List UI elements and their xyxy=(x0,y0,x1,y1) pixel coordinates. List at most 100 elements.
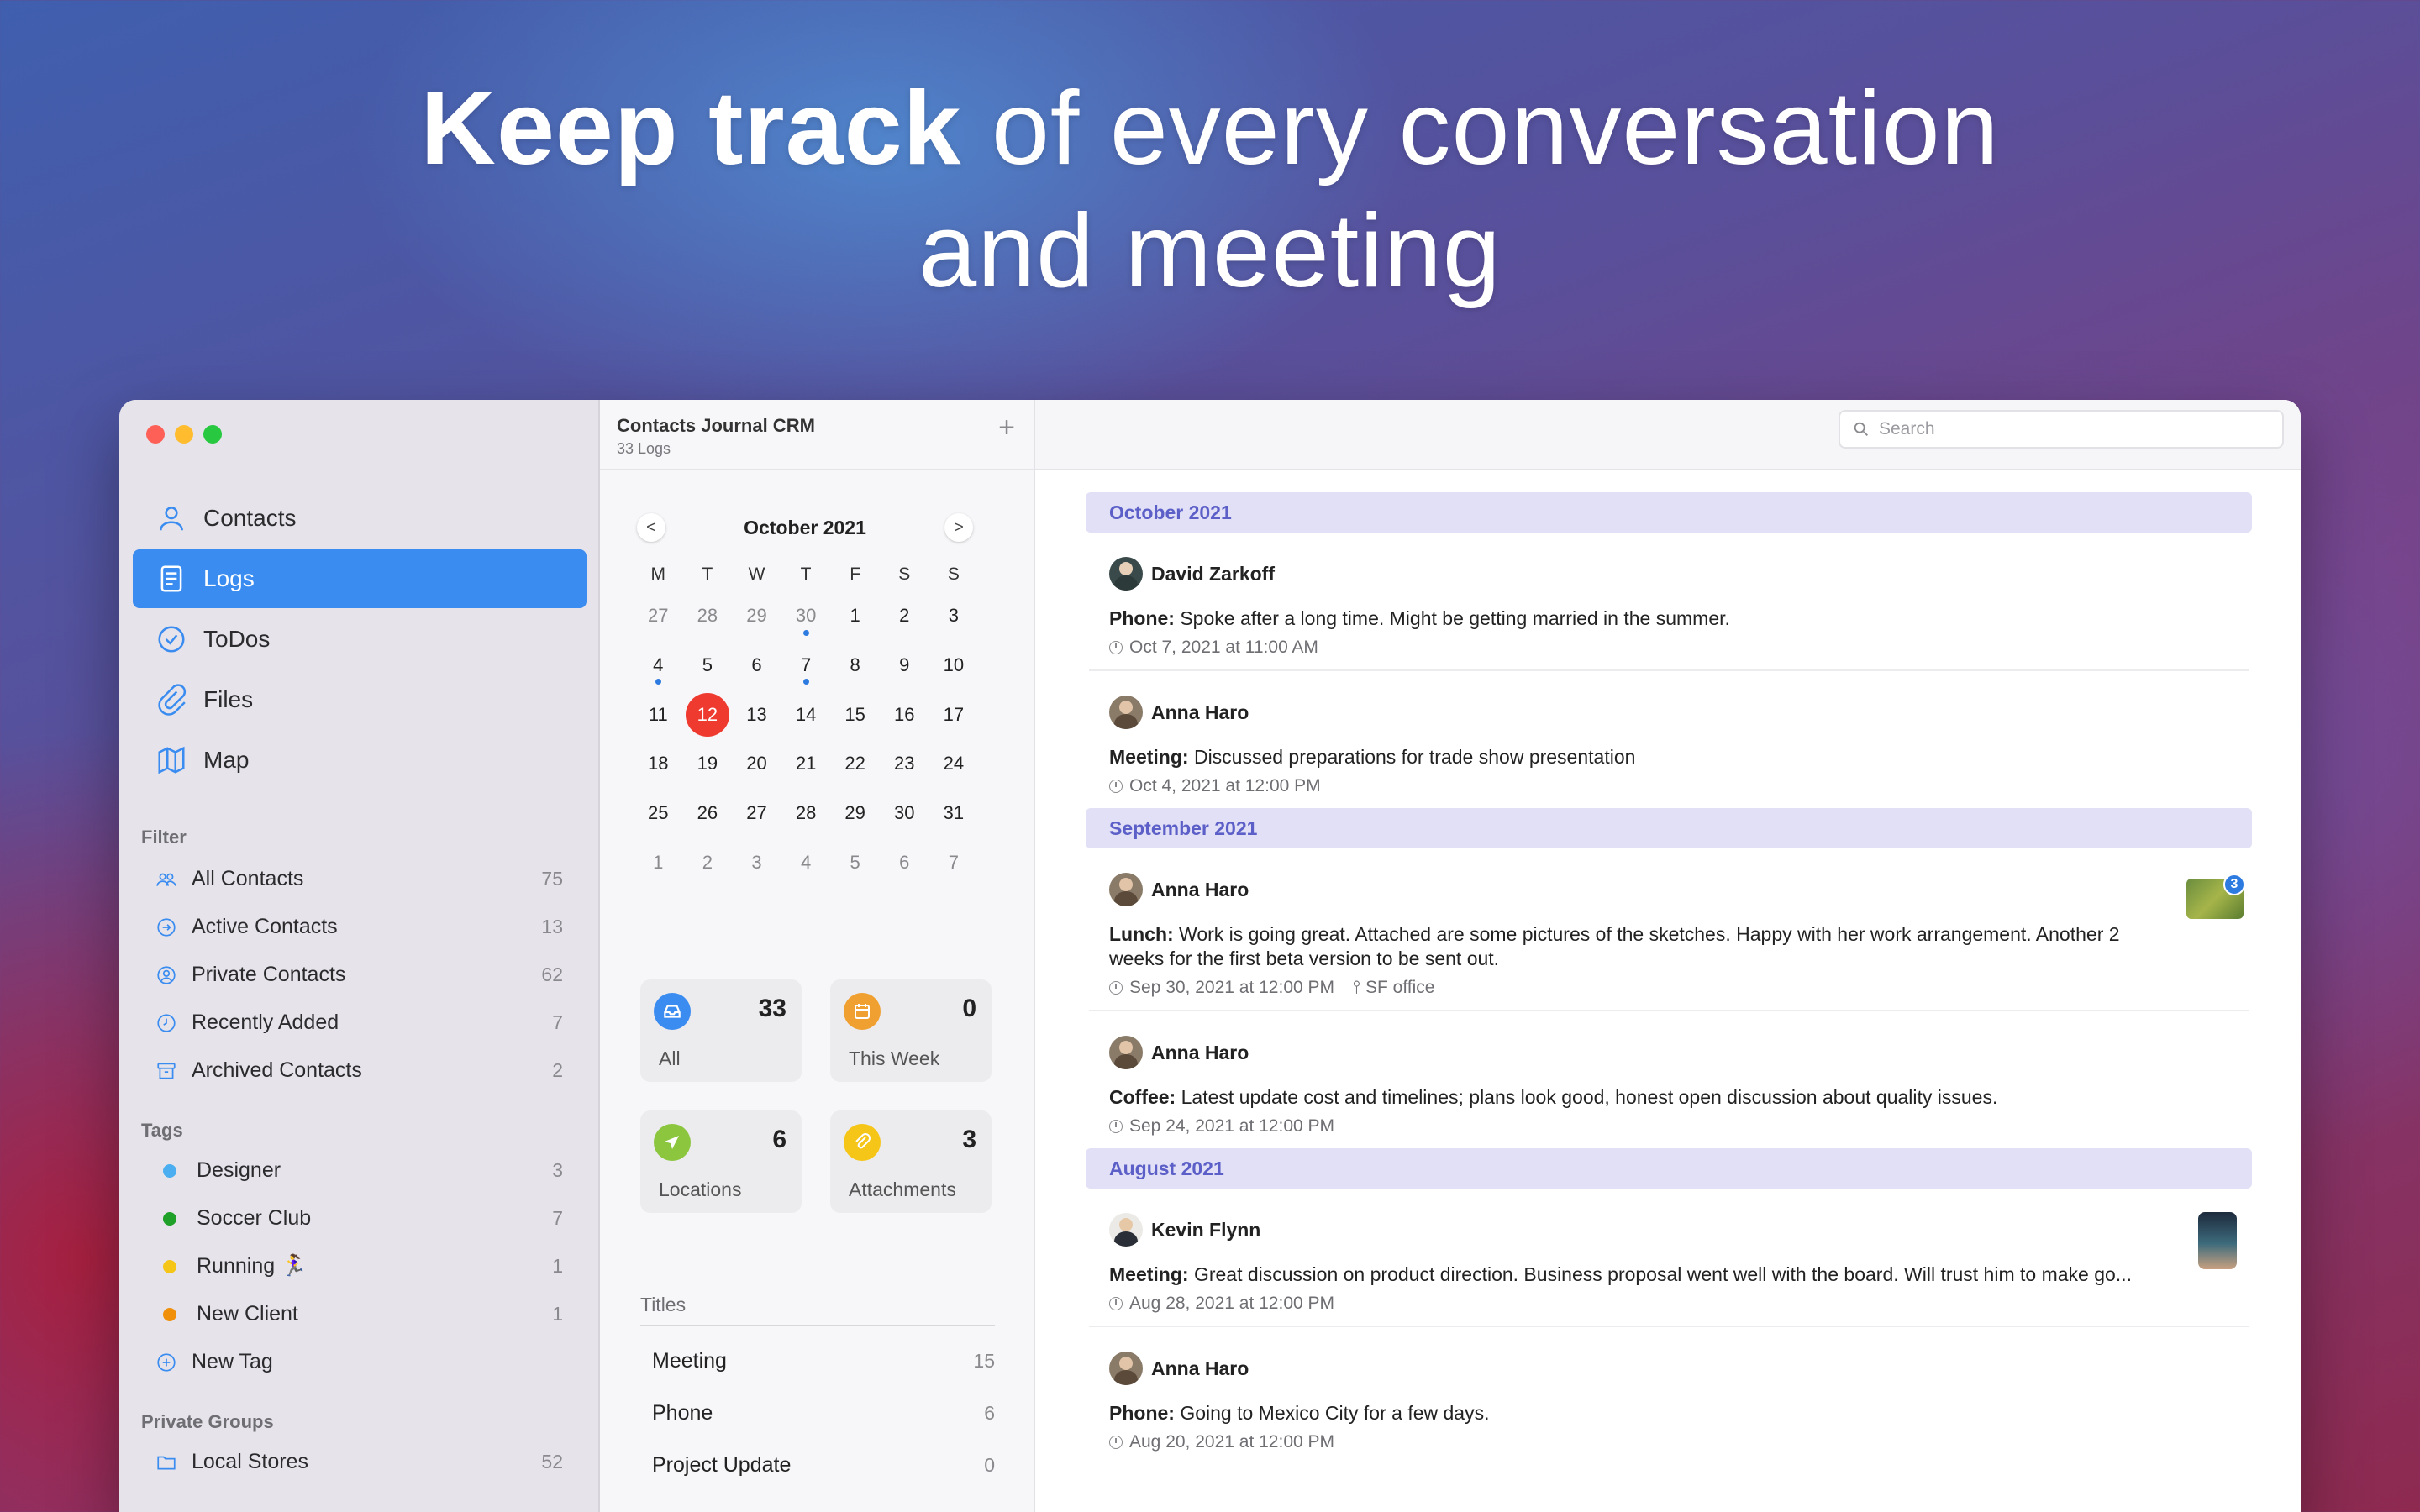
filter-all-contacts[interactable]: All Contacts 75 xyxy=(119,855,600,903)
calendar-day[interactable]: 27 xyxy=(634,591,683,641)
calendar-day[interactable]: 6 xyxy=(880,837,929,887)
headline: Keep track of every conversation and mee… xyxy=(0,67,2420,312)
calendar-day[interactable]: 15 xyxy=(830,690,880,739)
calendar-icon xyxy=(844,993,881,1030)
calendar-day[interactable]: 31 xyxy=(929,789,979,838)
sidebar-item-contacts[interactable]: Contacts xyxy=(133,489,587,548)
calendar-day[interactable]: 7 xyxy=(781,641,831,690)
calendar-day[interactable]: 9 xyxy=(880,641,929,690)
calendar-day-number: 6 xyxy=(899,851,910,873)
app-window: Contacts Logs ToDos Files Map Filter All… xyxy=(119,400,2301,1512)
calendar-day[interactable]: 1 xyxy=(634,837,683,887)
calendar-day[interactable]: 30 xyxy=(781,591,831,641)
log-entry[interactable]: Anna Haro Coffee: Latest update cost and … xyxy=(1089,1011,2249,1148)
log-entry[interactable]: Anna Haro Lunch: Work is going great. Att… xyxy=(1089,848,2249,1011)
calendar-day[interactable]: 11 xyxy=(634,690,683,739)
calendar-day[interactable]: 4 xyxy=(634,641,683,690)
calendar-day[interactable]: 4 xyxy=(781,837,831,887)
stat-locations[interactable]: 6 Locations xyxy=(640,1110,802,1213)
calendar-day[interactable]: 18 xyxy=(634,739,683,789)
tag-new-client[interactable]: New Client 1 xyxy=(119,1290,600,1338)
sidebar-item-map[interactable]: Map xyxy=(133,731,587,790)
calendar-header: < October 2021 > xyxy=(637,509,973,546)
log-entry[interactable]: Anna Haro Phone: Going to Mexico City for… xyxy=(1089,1327,2249,1464)
calendar-day[interactable]: 13 xyxy=(732,690,781,739)
log-entry[interactable]: Anna Haro Meeting: Discussed preparations… xyxy=(1089,671,2249,808)
calendar-day[interactable]: 1 xyxy=(830,591,880,641)
sidebar-item-todos[interactable]: ToDos xyxy=(133,610,587,669)
calendar-day[interactable]: 5 xyxy=(683,641,733,690)
close-window-button[interactable] xyxy=(146,425,165,444)
calendar-day-number: 18 xyxy=(648,753,669,774)
avatar xyxy=(1109,1213,1143,1247)
calendar-day[interactable]: 5 xyxy=(830,837,880,887)
previous-month-button[interactable]: < xyxy=(637,513,666,542)
log-meta: Sep 24, 2021 at 12:00 PM xyxy=(1109,1116,2228,1148)
calendar-day[interactable]: 14 xyxy=(781,690,831,739)
group-local-stores[interactable]: Local Stores 52 xyxy=(119,1438,600,1486)
calendar-day[interactable]: 23 xyxy=(880,739,929,789)
new-tag-button[interactable]: New Tag xyxy=(119,1338,600,1386)
log-location: ⫯ SF office xyxy=(1353,978,1434,998)
calendar-day[interactable]: 27 xyxy=(732,789,781,838)
log-entry[interactable]: Kevin Flynn Meeting: Great discussion on … xyxy=(1089,1189,2249,1327)
calendar-day[interactable]: 29 xyxy=(830,789,880,838)
filter-count: 62 xyxy=(541,963,563,985)
log-meta: Sep 30, 2021 at 12:00 PM ⫯ SF office xyxy=(1109,978,2228,1010)
calendar-day-number: 24 xyxy=(943,753,965,774)
tag-soccer-club[interactable]: Soccer Club 7 xyxy=(119,1194,600,1242)
calendar-day-number: 12 xyxy=(685,692,729,737)
stat-all[interactable]: 33 All xyxy=(640,979,802,1082)
calendar-day-today[interactable]: 12 xyxy=(683,690,733,739)
calendar-day[interactable]: 25 xyxy=(634,789,683,838)
calendar-day[interactable]: 28 xyxy=(781,789,831,838)
calendar-day[interactable]: 6 xyxy=(732,641,781,690)
tag-running[interactable]: Running 🏃‍♀️ 1 xyxy=(119,1242,600,1290)
calendar-day[interactable]: 30 xyxy=(880,789,929,838)
calendar-day[interactable]: 24 xyxy=(929,739,979,789)
calendar-day[interactable]: 20 xyxy=(732,739,781,789)
calendar-day[interactable]: 28 xyxy=(683,591,733,641)
calendar-day[interactable]: 21 xyxy=(781,739,831,789)
window-controls xyxy=(146,425,222,444)
add-log-button[interactable]: + xyxy=(998,412,1015,444)
zoom-window-button[interactable] xyxy=(203,425,222,444)
calendar-day[interactable]: 19 xyxy=(683,739,733,789)
calendar-day[interactable]: 7 xyxy=(929,837,979,887)
tag-designer[interactable]: Designer 3 xyxy=(119,1147,600,1194)
filter-recently-added[interactable]: Recently Added 7 xyxy=(119,999,600,1047)
stat-attachments[interactable]: 3 Attachments xyxy=(830,1110,992,1213)
filter-private-contacts[interactable]: Private Contacts 62 xyxy=(119,951,600,999)
calendar-day[interactable]: 16 xyxy=(880,690,929,739)
sidebar-item-files[interactable]: Files xyxy=(133,670,587,729)
calendar-day[interactable]: 8 xyxy=(830,641,880,690)
calendar-day[interactable]: 17 xyxy=(929,690,979,739)
log-entry[interactable]: David Zarkoff Phone: Spoke after a long t… xyxy=(1089,533,2249,671)
calendar-day[interactable]: 26 xyxy=(683,789,733,838)
calendar-day[interactable]: 10 xyxy=(929,641,979,690)
title-row-meeting[interactable]: Meeting 15 xyxy=(640,1335,995,1387)
calendar-day[interactable]: 2 xyxy=(683,837,733,887)
filter-archived-contacts[interactable]: Archived Contacts 2 xyxy=(119,1047,600,1095)
calendar-day[interactable]: 22 xyxy=(830,739,880,789)
calendar-day[interactable]: 2 xyxy=(880,591,929,641)
contact-name: Anna Haro xyxy=(1151,878,1249,900)
sidebar-item-logs[interactable]: Logs xyxy=(133,549,587,608)
title-row-project-update[interactable]: Project Update 0 xyxy=(640,1439,995,1491)
filter-active-contacts[interactable]: Active Contacts 13 xyxy=(119,903,600,951)
new-tag-label: New Tag xyxy=(192,1350,273,1373)
attachment-thumbnail[interactable]: 3 xyxy=(2186,874,2245,919)
next-month-button[interactable]: > xyxy=(944,513,973,542)
calendar-weekday: T xyxy=(702,564,713,584)
calendar-day[interactable]: 29 xyxy=(732,591,781,641)
search-field[interactable] xyxy=(1839,410,2284,449)
stat-this-week[interactable]: 0 This Week xyxy=(830,979,992,1082)
search-input[interactable] xyxy=(1879,419,2265,439)
tags-section-label: Tags xyxy=(141,1120,183,1141)
calendar-day[interactable]: 3 xyxy=(929,591,979,641)
calendar-day[interactable]: 3 xyxy=(732,837,781,887)
title-row-phone[interactable]: Phone 6 xyxy=(640,1387,995,1439)
minimize-window-button[interactable] xyxy=(175,425,193,444)
photo-thumbnail[interactable] xyxy=(2198,1212,2237,1269)
calendar-day-number: 2 xyxy=(899,605,910,627)
